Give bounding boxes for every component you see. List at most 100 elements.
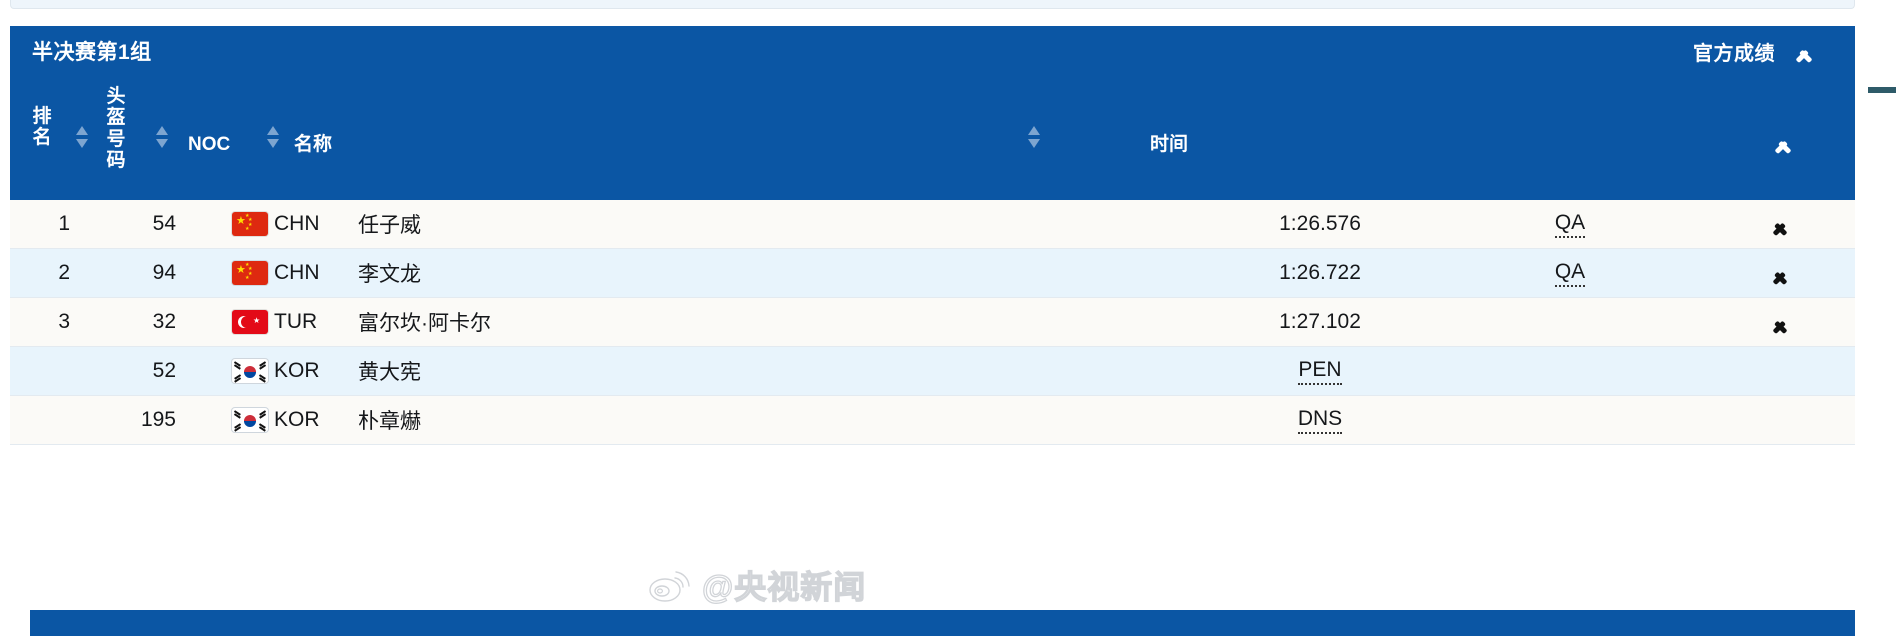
- cell-time: 1:26.722: [1190, 249, 1450, 297]
- noc-value: CHN: [274, 261, 320, 284]
- column-header-noc[interactable]: NOC: [188, 134, 230, 155]
- rank-value: 1: [58, 212, 70, 235]
- cell-qualification: QA: [1480, 249, 1660, 297]
- qualification-badge[interactable]: QA: [1554, 260, 1586, 287]
- table-row[interactable]: 2 94 ★ ★ ★ ★ ★ CHN 李文龙 1:26.722 QA: [10, 249, 1855, 298]
- cell-athlete-name[interactable]: 朴章爀: [358, 396, 421, 444]
- chevron-up-icon-row[interactable]: [1770, 316, 1790, 328]
- athlete-name-value: 朴章爀: [358, 410, 421, 433]
- table-header-row: 排名 头盔号码 NOC 名称 时间: [10, 76, 1855, 200]
- athlete-name-value: 富尔坎·阿卡尔: [358, 312, 491, 335]
- cell-rank: 1: [10, 200, 70, 248]
- cell-flag: ★ ★ ★ ★ ★: [228, 249, 272, 297]
- flag-icon-kor: [232, 359, 268, 383]
- cell-athlete-name[interactable]: 任子威: [358, 200, 421, 248]
- flag-icon-tur: ★: [232, 310, 268, 334]
- flag-icon-kor: [232, 408, 268, 432]
- sort-updown-icon-helmet[interactable]: [156, 126, 169, 148]
- table-row[interactable]: 1 54 ★ ★ ★ ★ ★ CHN 任子威 1:26.576 QA: [10, 200, 1855, 249]
- results-panel: 半决赛第1组 官方成绩 排名 头盔号码 NOC 名称 时间 1 54 ★ ★ ★ ★ ★ CH…: [10, 26, 1855, 445]
- cell-expand: [1700, 396, 1860, 444]
- cell-time: PEN: [1190, 347, 1450, 395]
- cell-athlete-name[interactable]: 富尔坎·阿卡尔: [358, 298, 491, 346]
- cell-flag: ★: [228, 298, 272, 346]
- cell-helmet-number: 195: [80, 396, 176, 444]
- table-body: 1 54 ★ ★ ★ ★ ★ CHN 任子威 1:26.576 QA 2 94 ★ ★ ★ ★ ★ CHN 李文龙 1:…: [10, 200, 1855, 445]
- qualification-badge[interactable]: QA: [1554, 211, 1586, 238]
- chevron-up-icon-header[interactable]: [1772, 136, 1794, 149]
- table-row[interactable]: 3 32 ★ TUR 富尔坎·阿卡尔 1:27.102: [10, 298, 1855, 347]
- cell-rank: [10, 396, 70, 444]
- chevron-up-icon-row[interactable]: [1770, 267, 1790, 279]
- noc-value: KOR: [274, 359, 320, 382]
- cell-helmet-number: 94: [80, 249, 176, 297]
- column-header-rank[interactable]: 排名: [30, 106, 54, 149]
- heat-title: 半决赛第1组: [32, 41, 152, 64]
- cell-flag: [228, 396, 272, 444]
- column-header-helmet-number[interactable]: 头盔号码: [104, 86, 128, 171]
- cell-helmet-number: 32: [80, 298, 176, 346]
- cell-athlete-name[interactable]: 黄大宪: [358, 347, 421, 395]
- watermark-text: @央视新闻: [701, 568, 867, 605]
- official-results-label: 官方成绩: [1693, 42, 1775, 65]
- table-row[interactable]: 195 KOR 朴章爀 DNS: [10, 396, 1855, 445]
- cell-qualification: [1480, 347, 1660, 395]
- helmet-number-value: 195: [140, 408, 176, 431]
- noc-value: TUR: [274, 310, 318, 333]
- cell-flag: [228, 347, 272, 395]
- panel-header-right: 官方成绩: [1693, 26, 1815, 76]
- result-abbreviation[interactable]: DNS: [1297, 407, 1343, 434]
- sort-updown-icon-noc[interactable]: [267, 126, 280, 148]
- flag-icon-chn: ★ ★ ★ ★ ★: [232, 261, 268, 285]
- next-panel-header-bar: [30, 610, 1855, 636]
- chevron-up-icon-row[interactable]: [1770, 218, 1790, 230]
- chevron-up-icon[interactable]: [1793, 45, 1815, 58]
- result-time-text: 1:26.722: [1279, 261, 1361, 284]
- cell-qualification: [1480, 396, 1660, 444]
- panel-header[interactable]: 半决赛第1组 官方成绩: [10, 26, 1855, 76]
- cell-noc: KOR: [274, 396, 334, 444]
- result-time-text: 1:26.576: [1279, 212, 1361, 235]
- cell-rank: 3: [10, 298, 70, 346]
- cell-expand[interactable]: [1700, 249, 1860, 297]
- cell-qualification: [1480, 298, 1660, 346]
- athlete-name-value: 任子威: [358, 214, 421, 237]
- sort-updown-icon-rank[interactable]: [76, 126, 89, 148]
- column-header-name[interactable]: 名称: [294, 134, 332, 155]
- cell-time: 1:27.102: [1190, 298, 1450, 346]
- athlete-name-value: 黄大宪: [358, 361, 421, 384]
- cell-rank: [10, 347, 70, 395]
- cell-flag: ★ ★ ★ ★ ★: [228, 200, 272, 248]
- flag-icon-chn: ★ ★ ★ ★ ★: [232, 212, 268, 236]
- weibo-logo-icon: [649, 571, 690, 602]
- cell-expand[interactable]: [1700, 298, 1860, 346]
- cell-time: 1:26.576: [1190, 200, 1450, 248]
- noc-value: CHN: [274, 212, 320, 235]
- cell-athlete-name[interactable]: 李文龙: [358, 249, 421, 297]
- helmet-number-value: 52: [152, 359, 176, 382]
- helmet-number-value: 94: [152, 261, 176, 284]
- cell-expand[interactable]: [1700, 200, 1860, 248]
- table-row[interactable]: 52 KOR 黄大宪 PEN: [10, 347, 1855, 396]
- cell-expand: [1700, 347, 1860, 395]
- column-header-time[interactable]: 时间: [1150, 134, 1188, 155]
- helmet-number-value: 32: [152, 310, 176, 333]
- weibo-watermark: @央视新闻: [648, 562, 866, 608]
- cell-noc: CHN: [274, 249, 334, 297]
- athlete-name-value: 李文龙: [358, 263, 421, 286]
- cell-noc: CHN: [274, 200, 334, 248]
- rank-value: 3: [58, 310, 70, 333]
- result-time-text: 1:27.102: [1279, 310, 1361, 333]
- cell-qualification: QA: [1480, 200, 1660, 248]
- cell-rank: 2: [10, 249, 70, 297]
- noc-value: KOR: [274, 408, 320, 431]
- cell-helmet-number: 52: [80, 347, 176, 395]
- cell-noc: TUR: [274, 298, 334, 346]
- cell-time: DNS: [1190, 396, 1450, 444]
- scrollbar-thumb[interactable]: [1868, 87, 1896, 93]
- cell-noc: KOR: [274, 347, 334, 395]
- helmet-number-value: 54: [152, 212, 176, 235]
- sort-updown-icon-name[interactable]: [1028, 126, 1041, 148]
- rank-value: 2: [58, 261, 70, 284]
- result-abbreviation[interactable]: PEN: [1298, 358, 1342, 385]
